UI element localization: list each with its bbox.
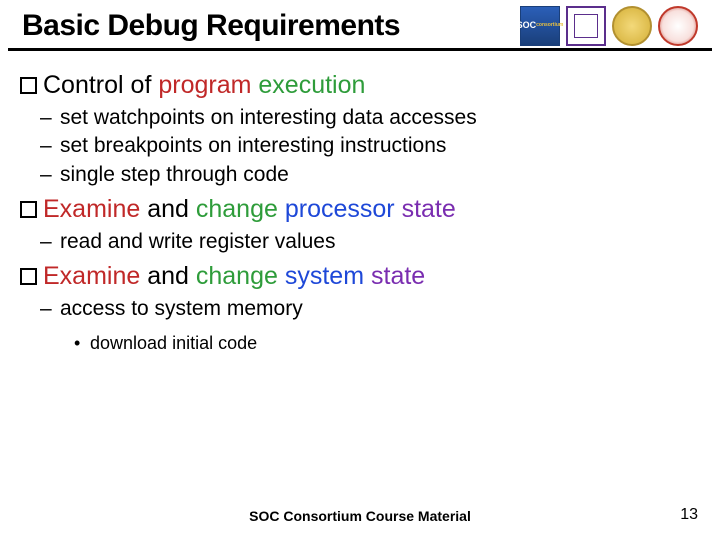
seal1-logo-icon	[612, 6, 652, 46]
bullet-text: Control of program execution	[43, 71, 365, 100]
slide-title: Basic Debug Requirements	[22, 9, 400, 43]
sub-list: read and write register values	[20, 228, 700, 256]
checkbox-icon	[20, 268, 37, 285]
seg: state	[371, 262, 425, 290]
bullet-text: Examine and change system state	[43, 262, 425, 291]
logo-row: SOC consortium	[520, 6, 698, 46]
seg	[278, 262, 285, 290]
page-number: 13	[680, 506, 698, 524]
seg: Examine	[43, 262, 140, 290]
footer-text: SOC Consortium Course Material	[0, 508, 720, 524]
seg: change	[196, 195, 278, 223]
slide-body: Control of program execution set watchpo…	[0, 51, 720, 357]
bullet-examine-processor: Examine and change processor state	[20, 195, 700, 224]
checkbox-icon	[20, 201, 37, 218]
soc-logo-line1: SOC	[517, 21, 537, 31]
seg: of	[124, 71, 159, 99]
sub-list: set watchpoints on interesting data acce…	[20, 104, 700, 189]
seg: state	[402, 195, 456, 223]
bullet-examine-system: Examine and change system state	[20, 262, 700, 291]
sub-item: set watchpoints on interesting data acce…	[60, 104, 700, 132]
seg	[364, 262, 371, 290]
sub-item: read and write register values	[60, 228, 700, 256]
bullet-control: Control of program execution	[20, 71, 700, 100]
seg	[278, 195, 285, 223]
sub-sub-item: download initial code	[90, 330, 700, 357]
seg: execution	[258, 71, 365, 99]
seg: and	[140, 262, 196, 290]
seg: system	[285, 262, 364, 290]
sub-list: access to system memory	[20, 295, 700, 323]
seg	[395, 195, 402, 223]
seg: program	[158, 71, 251, 99]
checkbox-icon	[20, 77, 37, 94]
soc-logo-icon: SOC consortium	[520, 6, 560, 46]
seg: processor	[285, 195, 395, 223]
soc-logo-line2: consortium	[536, 23, 563, 29]
seg: and	[140, 195, 196, 223]
sub-sub-list: download initial code	[20, 330, 700, 357]
chip-logo-icon	[566, 6, 606, 46]
slide-header: Basic Debug Requirements SOC consortium	[8, 0, 712, 51]
sub-item: access to system memory	[60, 295, 700, 323]
seg: Examine	[43, 195, 140, 223]
seal2-logo-icon	[658, 6, 698, 46]
bullet-text: Examine and change processor state	[43, 195, 456, 224]
seg: change	[196, 262, 278, 290]
sub-item: set breakpoints on interesting instructi…	[60, 132, 700, 160]
seg: Control	[43, 71, 124, 99]
sub-item: single step through code	[60, 161, 700, 189]
